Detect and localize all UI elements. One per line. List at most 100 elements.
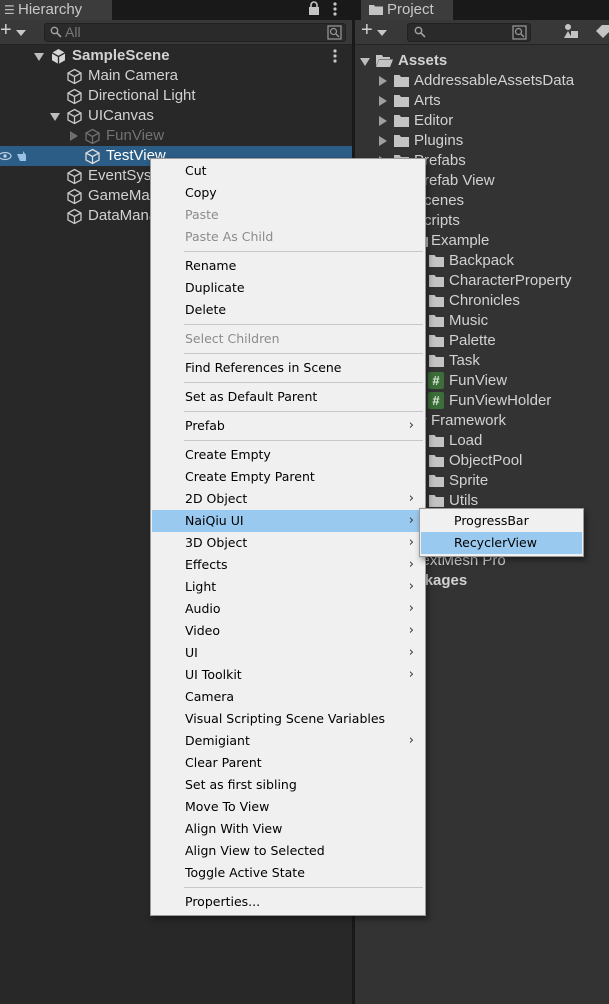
hierarchy-item-directional-light[interactable]: Directional Light — [0, 86, 352, 106]
submenu-item-progressbar[interactable]: ProgressBar — [421, 510, 582, 532]
collapse-arrow-icon[interactable] — [379, 116, 387, 126]
menu-item-label: Camera — [185, 689, 235, 704]
assets-root-row[interactable]: Assets — [355, 51, 609, 71]
menu-item-rename[interactable]: Rename — [152, 255, 424, 277]
menu-item-3d-object[interactable]: 3D Object › — [152, 532, 424, 554]
menu-item-light[interactable]: Light › — [152, 576, 424, 598]
visibility-eye-icon[interactable] — [0, 150, 12, 162]
hierarchy-item-label: Main Camera — [88, 67, 179, 84]
project-script-label: FunView — [449, 372, 508, 389]
menu-item-label: Create Empty — [185, 447, 271, 462]
project-toolbar: + — [355, 19, 609, 45]
project-folder-label: ObjectPool — [449, 452, 523, 469]
menu-item-label: Align View to Selected — [185, 843, 325, 858]
menu-item-label: UI Toolkit — [185, 667, 242, 682]
search-icon — [414, 26, 426, 38]
menu-item-set-default-parent[interactable]: Set as Default Parent — [152, 386, 424, 408]
menu-item-demigiant[interactable]: Demigiant › — [152, 730, 424, 752]
gameobject-cube-icon — [66, 88, 83, 105]
project-folder-plugins[interactable]: Plugins — [355, 131, 609, 151]
collapse-arrow-icon[interactable] — [70, 131, 78, 141]
menu-item-effects[interactable]: Effects › — [152, 554, 424, 576]
lock-icon[interactable] — [308, 1, 320, 16]
menu-item-ui-toolkit[interactable]: UI Toolkit › — [152, 664, 424, 686]
submenu-arrow-icon: › — [408, 579, 414, 594]
scene-row[interactable]: SampleScene — [0, 46, 352, 66]
menu-item-label: Set as Default Parent — [185, 389, 318, 404]
scene-kebab-icon[interactable] — [332, 47, 338, 65]
search-by-type-icon[interactable] — [512, 25, 527, 40]
menu-item-create-empty[interactable]: Create Empty — [152, 444, 424, 466]
menu-item-align-view-to-selected[interactable]: Align View to Selected — [152, 840, 424, 862]
create-dropdown-button[interactable]: + — [361, 19, 397, 43]
menu-item-naiqiu-ui[interactable]: NaiQiu UI › — [152, 510, 424, 532]
project-folder-editor[interactable]: Editor — [355, 111, 609, 131]
folder-icon — [429, 295, 444, 307]
expand-arrow-icon[interactable] — [360, 58, 370, 66]
plus-icon: + — [361, 19, 373, 41]
folder-icon — [429, 455, 444, 467]
hierarchy-tab[interactable]: ☰ Hierarchy — [0, 0, 112, 20]
hierarchy-item-label: UICanvas — [88, 107, 154, 124]
collapse-arrow-icon[interactable] — [379, 136, 387, 146]
filter-by-type-icon[interactable] — [563, 23, 579, 39]
add-dropdown-button[interactable]: + — [0, 19, 36, 43]
project-folder-arts[interactable]: Arts — [355, 91, 609, 111]
menu-item-prefab[interactable]: Prefab › — [152, 415, 424, 437]
menu-item-set-first-sibling[interactable]: Set as first sibling — [152, 774, 424, 796]
menu-item-find-references[interactable]: Find References in Scene — [152, 357, 424, 379]
menu-item-ui[interactable]: UI › — [152, 642, 424, 664]
collapse-arrow-icon[interactable] — [379, 76, 387, 86]
menu-item-properties[interactable]: Properties... — [152, 891, 424, 913]
collapse-arrow-icon[interactable] — [379, 96, 387, 106]
menu-item-label: Paste — [185, 207, 219, 222]
menu-item-label: 3D Object — [185, 535, 248, 550]
menu-item-label: Effects — [185, 557, 228, 572]
menu-item-label: Move To View — [185, 799, 270, 814]
gameobject-cube-icon — [66, 188, 83, 205]
project-folder-label: Load — [449, 432, 483, 449]
menu-item-camera[interactable]: Camera — [152, 686, 424, 708]
hierarchy-item-funview[interactable]: FunView — [0, 126, 352, 146]
search-by-type-icon[interactable] — [327, 25, 342, 40]
submenu-item-recyclerview[interactable]: RecyclerView — [421, 532, 582, 554]
filter-by-label-icon[interactable] — [595, 24, 609, 38]
menu-item-move-to-view[interactable]: Move To View — [152, 796, 424, 818]
menu-item-visual-scripting[interactable]: Visual Scripting Scene Variables — [152, 708, 424, 730]
menu-item-video[interactable]: Video › — [152, 620, 424, 642]
menu-item-label: Rename — [185, 258, 237, 273]
menu-item-label: NaiQiu UI — [185, 513, 244, 528]
project-tab[interactable]: Project — [361, 0, 453, 20]
menu-item-clear-parent[interactable]: Clear Parent — [152, 752, 424, 774]
list-icon: ☰ — [4, 3, 15, 17]
kebab-menu-icon[interactable] — [332, 0, 340, 18]
menu-item-create-empty-parent[interactable]: Create Empty Parent — [152, 466, 424, 488]
project-search-input[interactable] — [407, 23, 531, 42]
menu-item-label: Set as first sibling — [185, 777, 297, 792]
hierarchy-item-main-camera[interactable]: Main Camera — [0, 66, 352, 86]
menu-item-label: 2D Object — [185, 491, 248, 506]
csharp-script-icon: # — [428, 372, 444, 389]
menu-item-audio[interactable]: Audio › — [152, 598, 424, 620]
pickable-hand-icon[interactable] — [15, 149, 29, 163]
menu-item-2d-object[interactable]: 2D Object › — [152, 488, 424, 510]
hierarchy-search-input[interactable]: All — [44, 23, 346, 42]
expand-arrow-icon[interactable] — [50, 113, 60, 121]
menu-item-toggle-active-state[interactable]: Toggle Active State — [152, 862, 424, 884]
menu-item-cut[interactable]: Cut — [152, 160, 424, 182]
menu-separator — [184, 887, 423, 888]
context-menu: Cut Copy Paste Paste As Child Rename Dup… — [150, 158, 426, 916]
menu-item-delete[interactable]: Delete — [152, 299, 424, 321]
project-folder-label: Editor — [414, 112, 454, 129]
menu-item-align-with-view[interactable]: Align With View — [152, 818, 424, 840]
submenu-arrow-icon: › — [408, 491, 414, 506]
menu-item-label: Video — [185, 623, 221, 638]
folder-icon — [429, 315, 444, 327]
expand-arrow-icon[interactable] — [34, 53, 44, 61]
menu-item-copy[interactable]: Copy — [152, 182, 424, 204]
project-folder-addressable[interactable]: AddressableAssetsData — [355, 71, 609, 91]
menu-item-duplicate[interactable]: Duplicate — [152, 277, 424, 299]
open-folder-icon — [376, 54, 393, 67]
menu-item-label: Paste As Child — [185, 229, 274, 244]
hierarchy-item-uicanvas[interactable]: UICanvas — [0, 106, 352, 126]
